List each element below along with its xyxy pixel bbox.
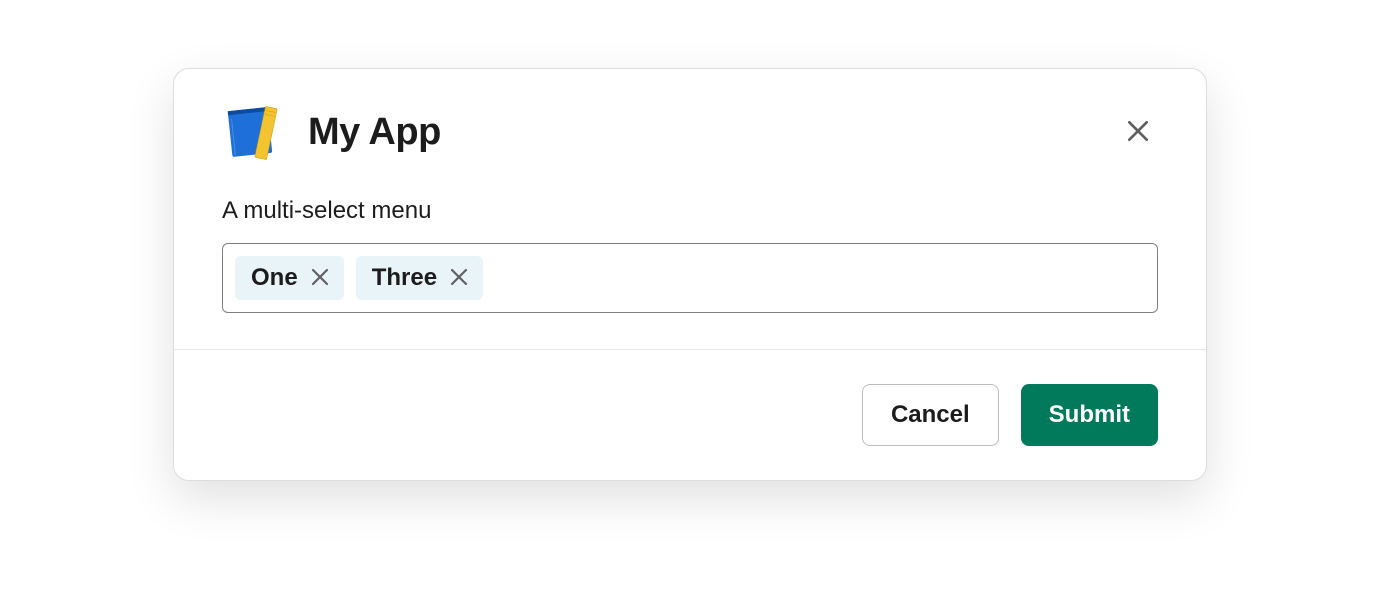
submit-button[interactable]: Submit [1021, 384, 1158, 446]
modal-header-left: My App [222, 101, 441, 163]
close-icon [310, 267, 330, 290]
multi-select-label: A multi-select menu [222, 197, 1158, 225]
modal-title: My App [308, 111, 441, 154]
modal-body: A multi-select menu One Three [174, 187, 1206, 349]
selected-chip: One [235, 256, 344, 300]
chip-remove-button[interactable] [447, 266, 471, 290]
selected-chip: Three [356, 256, 483, 300]
modal-footer: Cancel Submit [174, 349, 1206, 480]
modal-header: My App [174, 69, 1206, 187]
multi-select-input[interactable]: One Three [222, 243, 1158, 313]
close-button[interactable] [1118, 112, 1158, 152]
close-icon [449, 267, 469, 290]
chip-remove-button[interactable] [308, 266, 332, 290]
cancel-button[interactable]: Cancel [862, 384, 999, 446]
chip-label: One [251, 264, 298, 292]
modal-dialog: My App A multi-select menu One [173, 68, 1207, 481]
chip-label: Three [372, 264, 437, 292]
app-icon [222, 101, 284, 163]
close-icon [1125, 118, 1151, 147]
